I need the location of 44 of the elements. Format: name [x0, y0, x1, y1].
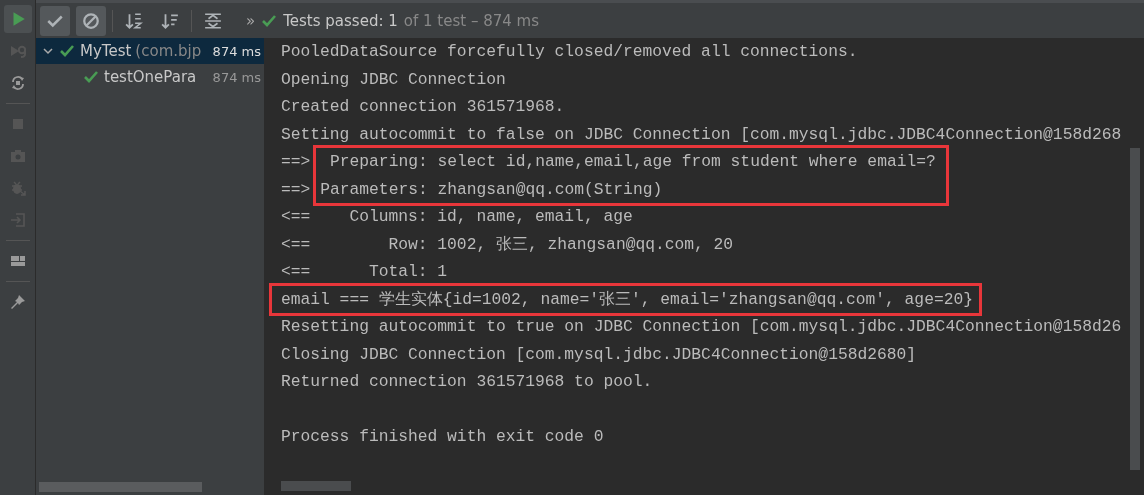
console-line: <== Columns: id, name, email, age [281, 206, 634, 228]
sort-duration-icon [161, 11, 179, 30]
login-icon [9, 212, 26, 228]
console-line: <== Row: 1002, 张三, zhangsan@qq.com, 20 [281, 233, 735, 256]
test-name: MyTest [80, 42, 132, 60]
console-line: Created connection 361571968. [281, 96, 566, 118]
tree-item[interactable]: testOnePara 874 ms [36, 64, 264, 90]
console-line: ==> [281, 151, 312, 173]
chevron-icon[interactable] [42, 45, 54, 57]
scrollbar[interactable] [1130, 148, 1140, 470]
ignored-toggle[interactable] [76, 5, 106, 36]
console-line: Opening JDBC Connection [281, 68, 507, 91]
sort-alphabetical-icon [125, 11, 143, 30]
console-line: email === 学生实体{id=1002, name='张三', email='zhangsan@qq.com', age=20} [281, 288, 973, 311]
scrollbar[interactable] [39, 482, 202, 492]
console-line: PooledDataSource forcefully closed/removed all connections. [281, 41, 859, 63]
console-line: Resetting autocommit to true on JDBC Connection [com.mysql.jdbc.JDBC4Connection@158d26 [281, 316, 1123, 338]
status-detail: of 1 test – 874 ms [403, 11, 539, 30]
scrollbar[interactable] [281, 481, 351, 491]
console-line: Returned connection 361571968 to pool. [281, 371, 654, 393]
tree-item[interactable]: MyTest (com.bjp 874 ms [36, 38, 264, 64]
console-line: ==> [281, 178, 312, 201]
bug-icon [9, 180, 26, 196]
pin-icon [9, 294, 26, 310]
console-line: Preparing: select id,name,email,age from student where email=? [329, 151, 936, 173]
expand-all-icon [204, 11, 222, 30]
layout-icon [9, 253, 26, 269]
console-line: Closing JDBC Connection [com.mysql.jdbc.JDBC4Connection@158d2680] [281, 343, 918, 366]
ignored-icon [82, 11, 100, 30]
rerun-icon [9, 43, 26, 59]
refresh-icon [9, 75, 26, 91]
console-line: Parameters: zhangsan@qq.com(String) [320, 178, 664, 201]
status-text: Tests passed: 1 [283, 11, 398, 30]
duration-text: 874 ms [212, 43, 262, 59]
camera-icon [9, 148, 26, 164]
duration-text: 874 ms [212, 69, 262, 85]
test-name: testOnePara [104, 68, 197, 86]
check-toggle[interactable] [40, 5, 70, 36]
run-button[interactable] [3, 5, 32, 33]
console-line: Setting autocommit to false on JDBC Connection [com.mysql.jdbc.JDBC4Connection@158d268 [281, 123, 1123, 146]
more-button[interactable]: » [246, 11, 256, 30]
package-name: (com.bjp [135, 42, 202, 60]
console-line: <== Total: 1 [281, 261, 449, 283]
console-line: Process finished with exit code 0 [281, 426, 605, 448]
